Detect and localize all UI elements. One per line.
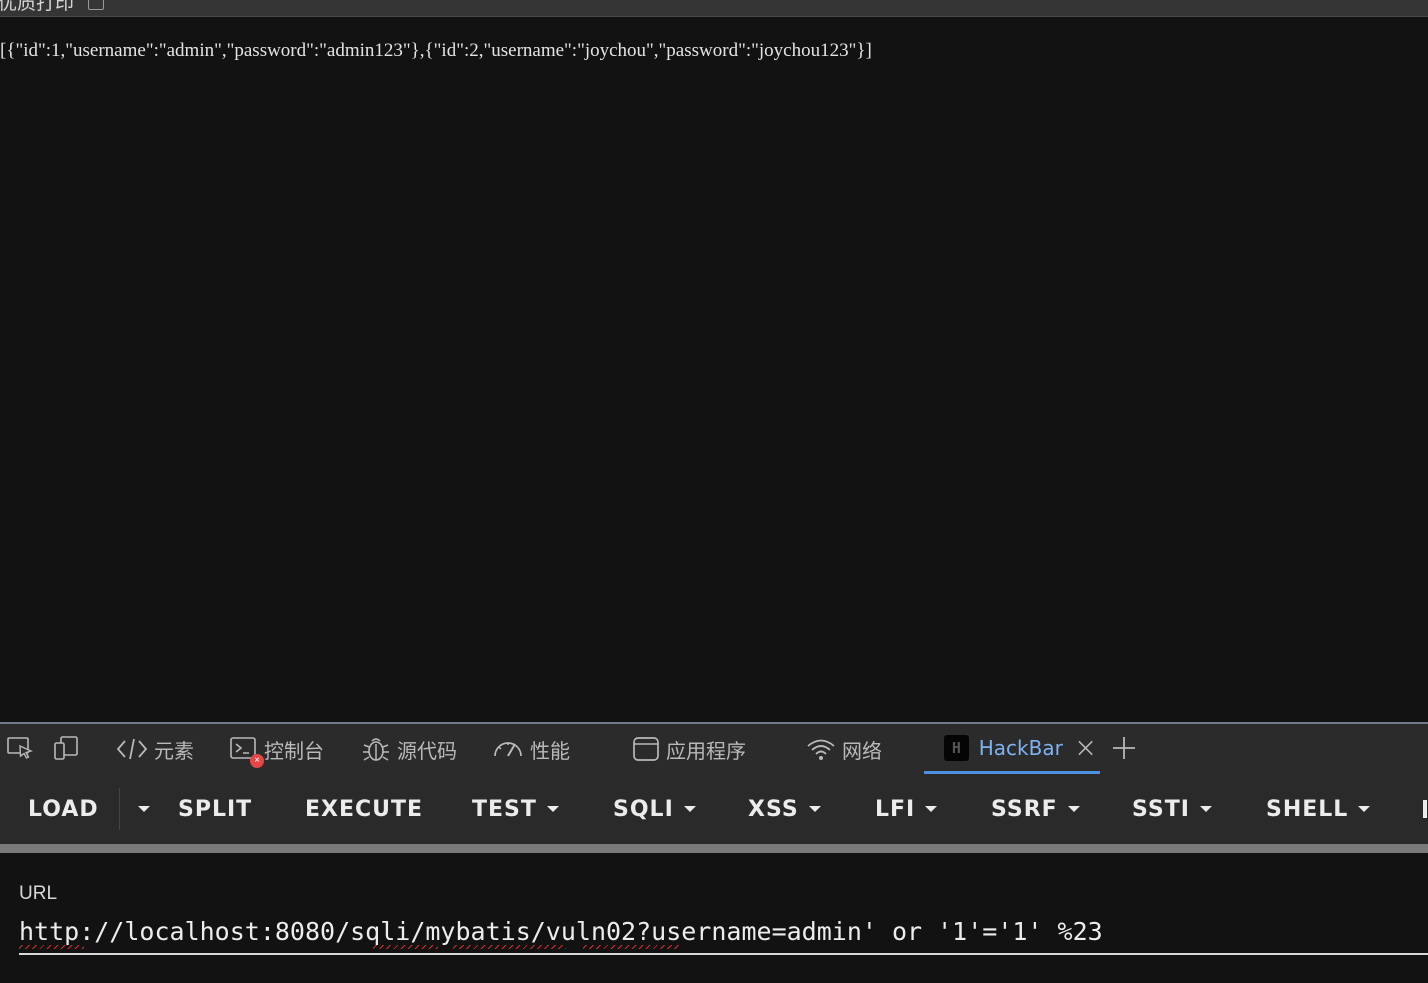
tab-hackbar[interactable]: H HackBar — [924, 724, 1100, 774]
chevron-down-icon — [1358, 806, 1371, 812]
hackbar-toolbar: LOAD SPLIT EXECUTE TEST SQLI XSS LFI SSR… — [0, 774, 1428, 844]
bug-icon — [363, 738, 389, 761]
json-response: [{"id":1,"username":"admin","password":"… — [0, 40, 872, 61]
spellcheck-underline — [19, 945, 84, 949]
tab-label: HackBar — [978, 735, 1063, 760]
split-button[interactable]: SPLIT — [178, 774, 252, 844]
hackbar-logo-icon: H — [944, 734, 969, 761]
test-menu-button[interactable]: TEST — [472, 774, 559, 844]
close-icon[interactable] — [1077, 739, 1094, 757]
device-emulation-icon[interactable] — [52, 734, 80, 762]
xss-menu-button[interactable]: XSS — [748, 774, 821, 844]
tab-network[interactable]: 网络 — [806, 724, 882, 774]
window-icon — [633, 737, 659, 761]
button-label: SQLI — [613, 796, 674, 822]
tab-label: 源代码 — [397, 738, 457, 763]
ssti-menu-button[interactable]: SSTI — [1132, 774, 1212, 844]
chevron-down-icon — [138, 806, 150, 812]
spellcheck-underline — [373, 945, 438, 949]
chevron-down-icon — [1067, 806, 1080, 812]
lfi-menu-button[interactable]: LFI — [875, 774, 938, 844]
chevron-down-icon — [683, 806, 696, 812]
tab-label: 应用程序 — [666, 738, 746, 763]
tab-label: 网络 — [842, 738, 882, 763]
console-error-badge: × — [250, 754, 264, 768]
chevron-down-icon — [925, 806, 938, 812]
hackbar-divider[interactable] — [0, 844, 1428, 853]
code-brackets-icon — [116, 738, 148, 760]
button-label: SSRF — [991, 796, 1058, 822]
gauge-icon — [494, 742, 522, 757]
button-label: SHELL — [1266, 796, 1349, 822]
tab-console[interactable]: 控制台 — [230, 724, 324, 774]
url-panel: URL http://localhost:8080/sqli/mybatis/v… — [0, 853, 1428, 983]
spellcheck-underline — [583, 945, 680, 949]
pretty-print-checkbox[interactable] — [88, 0, 104, 10]
button-label: TEST — [472, 796, 537, 822]
tab-sources[interactable]: 源代码 — [361, 724, 457, 774]
tab-label: 性能 — [530, 738, 570, 763]
tab-performance[interactable]: 性能 — [492, 724, 570, 774]
spellcheck-underline — [453, 945, 566, 949]
button-label: XSS — [748, 796, 799, 822]
ssrf-menu-button[interactable]: SSRF — [991, 774, 1080, 844]
tab-label: 元素 — [154, 738, 194, 763]
shell-menu-button[interactable]: SHELL — [1266, 774, 1371, 844]
tab-label: 控制台 — [264, 738, 324, 763]
add-tab-icon[interactable] — [1110, 734, 1138, 762]
pretty-print-label: 优质打印 — [0, 0, 75, 14]
chevron-down-icon — [1199, 806, 1212, 812]
chevron-down-icon — [808, 806, 821, 812]
button-label: LFI — [875, 796, 916, 822]
chevron-down-icon — [546, 806, 559, 812]
load-dropdown-button[interactable] — [128, 774, 150, 844]
execute-button[interactable]: EXECUTE — [305, 774, 423, 844]
devtools-tab-strip: 元素 控制台 × 源代码 性能 应用程序 网络 H HackBar — [0, 722, 1428, 774]
toolbar-separator — [119, 788, 120, 830]
tab-application[interactable]: 应用程序 — [632, 724, 746, 774]
sqli-menu-button[interactable]: SQLI — [613, 774, 696, 844]
wifi-icon — [807, 739, 835, 760]
url-input[interactable]: http://localhost:8080/sqli/mybatis/vuln0… — [19, 913, 1428, 955]
overflow-button-edge[interactable] — [1423, 774, 1428, 844]
button-label: SSTI — [1132, 796, 1190, 822]
url-label: URL — [19, 883, 58, 904]
inspect-element-icon[interactable] — [6, 734, 34, 762]
pretty-print-bar: 优质打印 — [0, 0, 1428, 17]
tab-elements[interactable]: 元素 — [116, 724, 194, 774]
load-button[interactable]: LOAD — [28, 774, 99, 844]
